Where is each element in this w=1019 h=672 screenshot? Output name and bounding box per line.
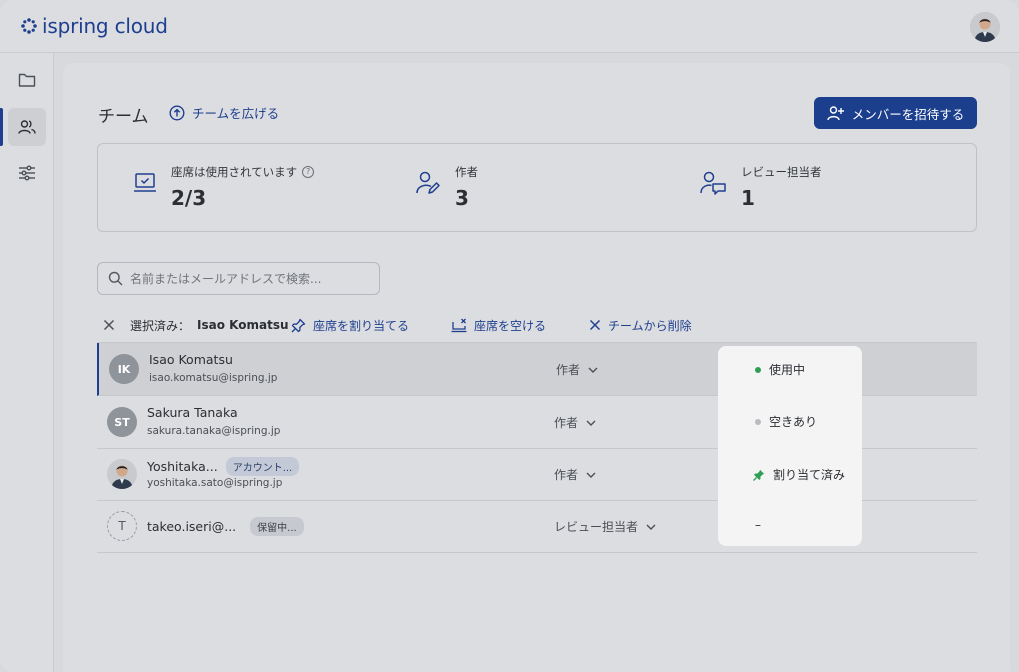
stat-seats-label: 座席は使用されています	[171, 165, 298, 179]
sidebar	[0, 53, 54, 672]
free-seat-label: 座席を空ける	[474, 318, 547, 333]
invite-members-button[interactable]: メンバーを招待する	[814, 97, 977, 129]
seat-status: 空きあり	[755, 413, 817, 430]
seat-status-label: 割り当て済み	[773, 468, 846, 482]
seat-status-label: 空きあり	[769, 415, 818, 429]
avatar	[107, 459, 137, 489]
seat-status: –	[755, 518, 761, 532]
member-name: Yoshitaka...	[147, 459, 218, 474]
ispring-logo-icon	[21, 18, 37, 34]
expand-team-label: チームを広げる	[192, 106, 280, 121]
arrow-up-circle-icon	[169, 104, 185, 121]
selection-summary: 選択済み： Isao Komatsu	[130, 317, 289, 334]
stat-authors-value: 3	[455, 186, 469, 210]
sidebar-item-team[interactable]	[8, 108, 46, 146]
role-dropdown[interactable]: レビュー担当者	[554, 518, 656, 535]
search-icon	[108, 271, 123, 286]
top-bar: ispring cloud	[0, 0, 1019, 53]
chevron-down-icon	[588, 367, 598, 373]
member-email: isao.komatsu@ispring.jp	[149, 372, 278, 384]
seat-status: 使用中	[755, 361, 805, 378]
member-name: takeo.iseri@...	[147, 519, 237, 534]
page-title: チーム	[98, 107, 149, 127]
logo-text: ispring cloud	[42, 14, 168, 38]
member-photo-icon	[111, 465, 133, 489]
remove-from-team-button[interactable]: チームから削除	[589, 317, 692, 334]
app-window: ispring cloud チーム チームを広げる メンバーを招待する 座席は使…	[0, 0, 1019, 672]
selection-prefix: 選択済み：	[130, 318, 191, 333]
invite-members-label: メンバーを招待する	[851, 106, 965, 122]
search-box	[97, 262, 380, 295]
users-icon	[18, 120, 36, 134]
sidebar-item-settings[interactable]	[8, 154, 46, 192]
member-email: sakura.tanaka@ispring.jp	[147, 425, 281, 437]
pin-icon	[291, 318, 306, 332]
pin-icon	[753, 469, 765, 481]
close-icon	[589, 319, 601, 331]
member-name: Isao Komatsu	[149, 352, 233, 367]
stat-seats-value: 2/3	[171, 186, 207, 210]
laptop-check-icon	[134, 173, 156, 192]
free-seat-button[interactable]: 座席を空ける	[451, 317, 546, 334]
folder-icon	[18, 73, 36, 87]
assign-seat-label: 座席を割り当てる	[313, 318, 410, 333]
logo[interactable]: ispring cloud	[20, 14, 168, 38]
avatar: ST	[107, 407, 137, 437]
selection-name: Isao Komatsu	[197, 318, 289, 332]
laptop-x-icon	[451, 318, 467, 332]
role-dropdown[interactable]: 作者	[556, 361, 598, 378]
assign-seat-button[interactable]: 座席を割り当てる	[291, 317, 409, 334]
user-avatar[interactable]	[970, 12, 1000, 42]
chevron-down-icon	[586, 420, 596, 426]
member-name: Sakura Tanaka	[147, 405, 238, 420]
role-dropdown[interactable]: 作者	[554, 414, 596, 431]
role-label: 作者	[554, 468, 579, 482]
clear-selection-button[interactable]	[103, 319, 115, 331]
user-pen-icon	[416, 171, 440, 194]
member-email: yoshitaka.sato@ispring.jp	[147, 477, 283, 489]
help-icon[interactable]: ?	[302, 166, 315, 178]
search-input[interactable]	[130, 271, 370, 286]
stat-seats: 座席は使用されています ? 2/3	[133, 164, 315, 210]
role-dropdown[interactable]: 作者	[554, 466, 596, 483]
remove-from-team-label: チームから削除	[608, 318, 692, 333]
seat-status: 割り当て済み	[753, 466, 845, 483]
stat-reviewers-value: 1	[741, 186, 755, 210]
expand-team-link[interactable]: チームを広げる	[169, 103, 279, 122]
sidebar-active-indicator	[0, 108, 3, 146]
user-photo-icon	[970, 12, 1000, 42]
stat-reviewers-label: レビュー担当者	[741, 165, 822, 179]
role-label: 作者	[554, 416, 579, 430]
user-comment-icon	[700, 171, 726, 195]
status-dot-icon	[755, 418, 761, 425]
stat-authors-label: 作者	[455, 165, 478, 179]
stat-authors: 作者 3	[415, 164, 478, 210]
role-label: 作者	[556, 363, 581, 377]
main-panel: チーム チームを広げる メンバーを招待する 座席は使用されています ? 2/3 …	[63, 63, 1010, 672]
chevron-down-icon	[646, 524, 656, 530]
status-dot-icon	[755, 366, 761, 373]
avatar: IK	[109, 354, 139, 384]
pending-badge: 保留中...	[250, 517, 304, 536]
account-badge: アカウント...	[225, 457, 300, 476]
user-plus-icon	[827, 106, 844, 121]
sliders-icon	[19, 165, 35, 181]
avatar: T	[107, 511, 137, 541]
close-icon	[103, 319, 115, 331]
role-label: レビュー担当者	[554, 520, 639, 534]
seat-status-label: 使用中	[769, 363, 806, 377]
sidebar-item-files[interactable]	[8, 61, 46, 99]
chevron-down-icon	[586, 472, 596, 478]
team-stats-card: 座席は使用されています ? 2/3 作者 3 レビュー担当者 1	[97, 143, 977, 232]
stat-reviewers: レビュー担当者 1	[699, 164, 822, 210]
seat-status-label: –	[755, 518, 761, 532]
